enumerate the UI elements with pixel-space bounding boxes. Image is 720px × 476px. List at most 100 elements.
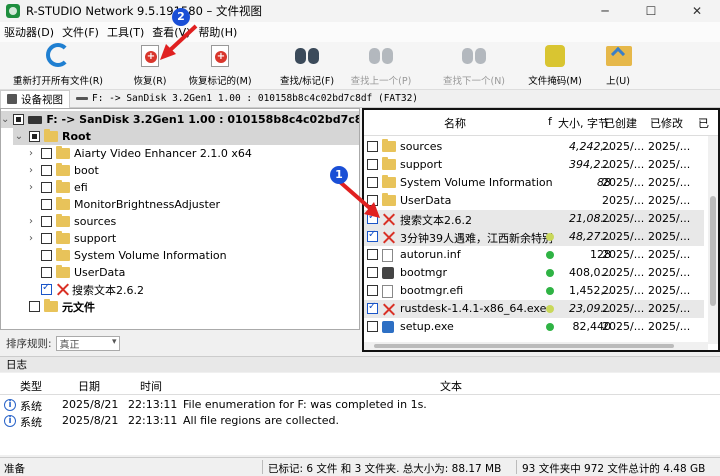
tree-checkbox[interactable] xyxy=(41,233,52,244)
log-col-type[interactable]: 类型 xyxy=(20,378,42,394)
log-col-text[interactable]: 文本 xyxy=(440,378,462,394)
expand-icon[interactable]: › xyxy=(25,165,37,176)
expand-icon[interactable]: › xyxy=(25,182,37,193)
toolbar: 重新打开所有文件(R) + 恢复(R) + 恢复标记的(M) 查找/标记(F) … xyxy=(0,42,720,90)
file-row[interactable]: rustdesk-1.4.1-x86_64.exe23,09...2025/..… xyxy=(364,300,704,318)
tree-checkbox[interactable] xyxy=(41,250,52,261)
tree-checkbox[interactable] xyxy=(13,114,25,125)
tree-checkbox[interactable] xyxy=(29,131,40,142)
file-row[interactable]: System Volume Information 88 2025/... 2025/… xyxy=(364,174,704,192)
recovery-status-dot-icon xyxy=(546,233,554,241)
file-list[interactable]: 名称 f 大小, 字节 已创建 已修改 已 sources 4,242,... 20… xyxy=(362,108,720,352)
file-name: System Volume Information xyxy=(400,176,553,189)
tree-item[interactable]: UserData xyxy=(25,264,125,281)
file-checkbox[interactable] xyxy=(367,229,378,242)
find-next-button[interactable]: 查找下一个(N) xyxy=(438,42,510,90)
column-modified[interactable]: 已修改 xyxy=(650,115,683,131)
file-row[interactable]: 3分钟39人遇难，江西新余特别48,27...2025/...2025/... xyxy=(364,228,704,246)
file-checkbox[interactable] xyxy=(367,177,378,188)
recover-marked-button[interactable]: + 恢复标记的(M) xyxy=(180,42,260,90)
recovery-status-dot-icon xyxy=(546,287,554,295)
file-row[interactable]: bootmgr 408,0... 2025/... 2025/... xyxy=(364,264,704,282)
tree-root-node[interactable]: ⌄ Root xyxy=(13,128,359,145)
tree-item[interactable]: 搜索文本2.6.2 xyxy=(25,281,144,298)
column-name[interactable]: 名称 xyxy=(444,115,466,131)
column-size[interactable]: 大小, 字节 xyxy=(558,115,609,131)
collapse-icon[interactable]: ⌄ xyxy=(1,114,9,125)
tree-checkbox[interactable] xyxy=(41,148,52,159)
minimize-button[interactable]: ─ xyxy=(582,0,628,22)
tree-meta-node[interactable]: 元文件 xyxy=(13,298,95,315)
expand-icon[interactable]: › xyxy=(25,233,37,244)
tree-checkbox[interactable] xyxy=(41,182,52,193)
menu-tools[interactable]: 工具(T) xyxy=(103,24,148,40)
exe-file-icon xyxy=(382,321,394,333)
tree-item[interactable]: › boot xyxy=(25,162,99,179)
file-checkbox[interactable] xyxy=(367,159,378,170)
file-checkbox[interactable] xyxy=(367,249,378,260)
file-mask-button[interactable]: 文件掩码(M) xyxy=(524,42,586,90)
log-col-time[interactable]: 时间 xyxy=(140,378,162,394)
file-row[interactable]: bootmgr.efi 1,452,... 2025/... 2025/... xyxy=(364,282,704,300)
tree-item[interactable]: › efi xyxy=(25,179,88,196)
file-checkbox[interactable] xyxy=(367,267,378,278)
log-table[interactable]: 类型 日期 时间 文本 i 系统 2025/8/21 22:13:11 File… xyxy=(0,373,720,455)
reopen-all-files-button[interactable]: 重新打开所有文件(R) xyxy=(6,42,110,90)
close-button[interactable]: ✕ xyxy=(674,0,720,22)
menu-file[interactable]: 文件(F) xyxy=(58,24,103,40)
tree-drive-node[interactable]: ⌄ F: -> SanDisk 3.2Gen1 1.00 : 010158b8c… xyxy=(1,111,359,128)
folder-tree[interactable]: ⌄ F: -> SanDisk 3.2Gen1 1.00 : 010158b8c… xyxy=(0,108,360,330)
tree-item[interactable]: › sources xyxy=(25,213,116,230)
log-col-date[interactable]: 日期 xyxy=(78,378,100,394)
expand-icon[interactable]: › xyxy=(25,148,37,159)
binoculars-icon xyxy=(459,43,489,69)
column-flag[interactable]: f xyxy=(548,115,552,128)
file-row[interactable]: UserData 2025/... 2025/... xyxy=(364,192,704,210)
sort-select[interactable]: 真正 xyxy=(55,335,120,351)
tree-item[interactable]: › Aiarty Video Enhancer 2.1.0 x64 xyxy=(25,145,252,162)
tree-checkbox[interactable] xyxy=(41,282,52,295)
file-checkbox[interactable] xyxy=(367,301,378,314)
column-extra[interactable]: 已 xyxy=(698,115,709,131)
file-checkbox[interactable] xyxy=(367,211,378,224)
file-name: bootmgr xyxy=(400,266,447,279)
tree-checkbox[interactable] xyxy=(29,301,40,312)
file-checkbox[interactable] xyxy=(367,285,378,296)
horizontal-scrollbar[interactable] xyxy=(364,342,708,350)
file-checkbox[interactable] xyxy=(367,321,378,332)
tree-checkbox[interactable] xyxy=(41,165,52,176)
tree-checkbox[interactable] xyxy=(41,267,52,278)
file-row[interactable]: autorun.inf 128 2025/... 2025/... xyxy=(364,246,704,264)
tree-checkbox[interactable] xyxy=(41,199,52,210)
file-row[interactable]: 搜索文本2.6.221,08...2025/...2025/... xyxy=(364,210,704,228)
column-created[interactable]: 已创建 xyxy=(604,115,637,131)
file-row[interactable]: support 394,2... 2025/... 2025/... xyxy=(364,156,704,174)
expand-icon[interactable]: › xyxy=(25,216,37,227)
binoculars-icon xyxy=(292,43,322,69)
file-checkbox[interactable] xyxy=(367,141,378,152)
file-created: 2025/... xyxy=(602,320,645,333)
log-row[interactable]: i 系统 2025/8/21 22:13:11 All file regions… xyxy=(0,413,720,429)
menu-drives[interactable]: 驱动器(D) xyxy=(0,24,58,40)
up-folder-icon xyxy=(603,43,633,69)
tree-item[interactable]: MonitorBrightnessAdjuster xyxy=(25,196,220,213)
vertical-scrollbar[interactable] xyxy=(708,136,718,344)
up-button[interactable]: 上(U) xyxy=(600,42,636,90)
file-row[interactable]: sources 4,242,... 2025/... 2025/... xyxy=(364,138,704,156)
maximize-button[interactable]: ☐ xyxy=(628,0,674,22)
file-checkbox[interactable] xyxy=(367,195,378,206)
recover-button[interactable]: + 恢复(R) xyxy=(124,42,176,90)
file-modified: 2025/... xyxy=(648,158,691,171)
file-row[interactable]: setup.exe 82,440 2025/... 2025/... xyxy=(364,318,704,336)
tree-item[interactable]: System Volume Information xyxy=(25,247,227,264)
tab-device-view[interactable]: 设备视图 xyxy=(0,89,70,108)
log-row[interactable]: i 系统 2025/8/21 22:13:11 File enumeration… xyxy=(0,397,720,413)
tab-file-view[interactable]: F: -> SanDisk 3.2Gen1 1.00 : 010158b8c4c… xyxy=(70,90,424,108)
find-previous-button[interactable]: 查找上一个(P) xyxy=(350,42,412,90)
collapse-icon[interactable]: ⌄ xyxy=(13,131,25,142)
menu-view[interactable]: 查看(V) xyxy=(148,24,194,40)
menu-help[interactable]: 帮助(H) xyxy=(194,24,241,40)
tree-item[interactable]: › support xyxy=(25,230,116,247)
find-mark-button[interactable]: 查找/标记(F) xyxy=(272,42,342,90)
tree-checkbox[interactable] xyxy=(41,216,52,227)
